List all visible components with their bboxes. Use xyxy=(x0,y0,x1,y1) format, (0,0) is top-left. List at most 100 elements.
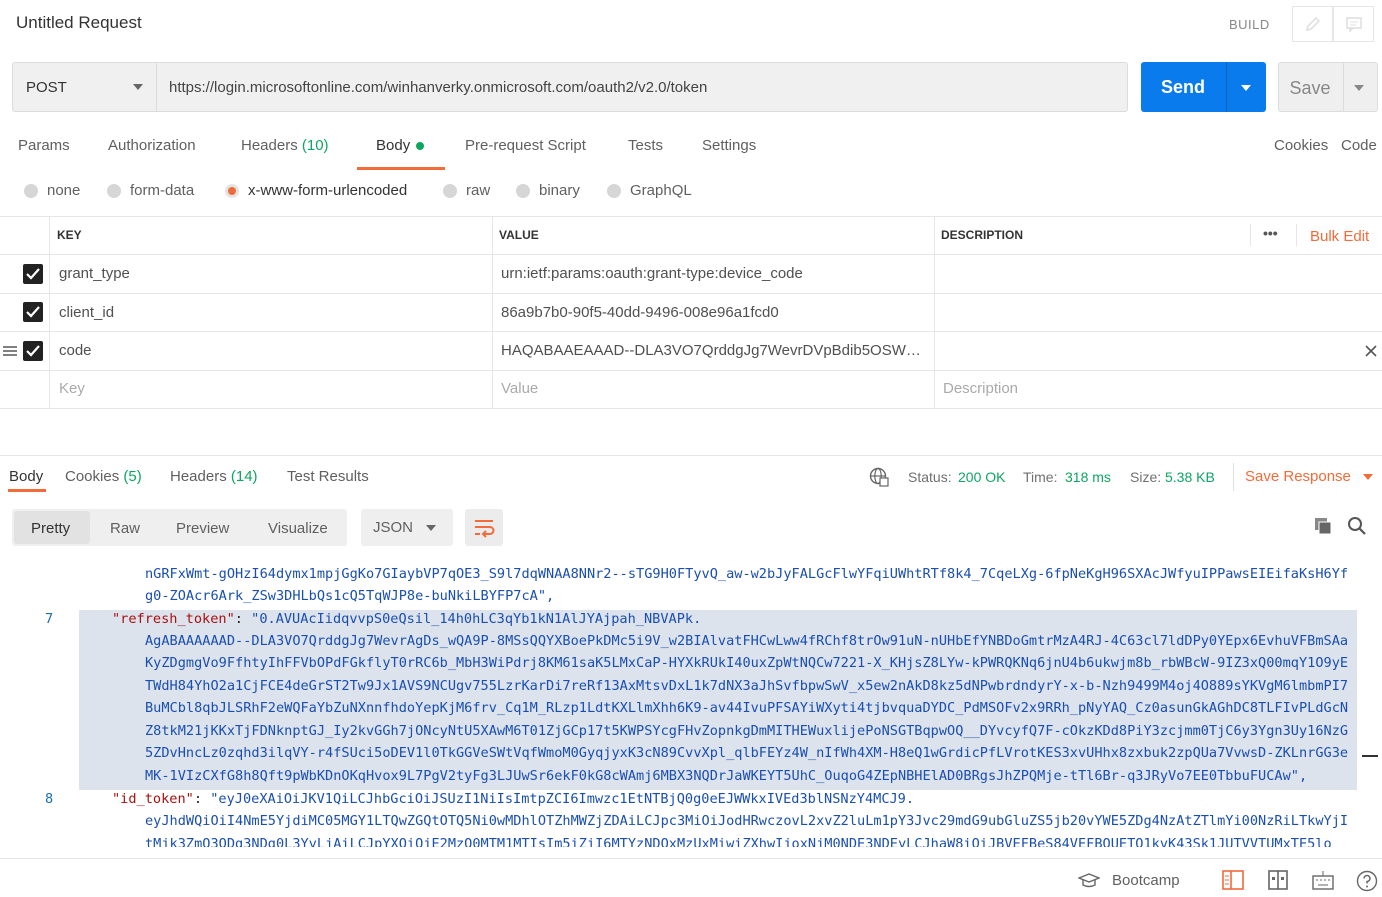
tab-params[interactable]: Params xyxy=(18,137,70,154)
active-tab-underline xyxy=(357,167,445,170)
send-button[interactable]: Send xyxy=(1141,62,1266,112)
new-description-input[interactable]: Description xyxy=(943,380,1018,397)
response-tab-cookies-count: (5) xyxy=(123,468,142,485)
code-line: eyJhdWQiOiI4NmE5YjdiMC05MGY1LTQwZGQtOTQ5… xyxy=(145,813,1349,829)
two-pane-view-icon[interactable] xyxy=(1222,870,1244,894)
response-tab-headers-count: (14) xyxy=(230,468,258,485)
save-label: Save xyxy=(1289,78,1331,98)
radio-circle-icon xyxy=(516,183,530,198)
response-tab-body[interactable]: Body xyxy=(9,468,43,485)
radio-binary[interactable]: binary xyxy=(516,182,580,199)
size-value[interactable]: 5.38 KB xyxy=(1165,469,1215,485)
comments-icon[interactable] xyxy=(1333,6,1374,42)
save-response-button[interactable]: Save Response xyxy=(1245,468,1374,485)
tab-body-label: Body xyxy=(376,137,411,154)
code-line: BuMCbl8qbJLSRhF2eWQFaYbZuNXnnfhdoYepKjM6… xyxy=(145,700,1349,716)
delete-row-icon[interactable] xyxy=(1365,344,1377,361)
save-divider xyxy=(1343,63,1344,111)
save-button[interactable]: Save xyxy=(1278,62,1378,112)
time-label: Time: xyxy=(1023,469,1058,485)
line-number: 8 xyxy=(45,791,54,807)
tab-tests[interactable]: Tests xyxy=(628,137,663,154)
save-options-chevron-icon[interactable] xyxy=(1354,85,1364,91)
row-checkbox[interactable] xyxy=(23,264,43,284)
code-line: "refresh_token": "0.AVUAcIidqvvpS0eQsil_… xyxy=(112,611,702,627)
column-header-value: VALUE xyxy=(499,228,539,242)
bulk-edit-link[interactable]: Bulk Edit xyxy=(1310,228,1369,245)
chevron-down-icon xyxy=(133,84,143,90)
drag-handle-icon[interactable] xyxy=(3,344,17,361)
send-options-chevron-icon[interactable] xyxy=(1241,85,1251,91)
radio-binary-label: binary xyxy=(539,182,580,199)
response-tab-test-results[interactable]: Test Results xyxy=(287,468,369,485)
divider xyxy=(1233,463,1234,491)
param-key[interactable]: grant_type xyxy=(59,265,479,282)
json-key: "id_token" xyxy=(112,791,194,807)
table-border xyxy=(0,293,1382,294)
edit-pencil-icon[interactable] xyxy=(1292,6,1333,42)
copy-icon[interactable] xyxy=(1313,516,1333,540)
method-value: POST xyxy=(26,78,67,96)
new-value-input[interactable]: Value xyxy=(501,380,538,397)
view-preview-button[interactable]: Preview xyxy=(176,520,229,537)
scroll-marker xyxy=(1362,755,1378,757)
column-header-key: KEY xyxy=(57,228,82,242)
status-value[interactable]: 200 OK xyxy=(958,469,1005,485)
param-value[interactable]: 86a9b7b0-90f5-40dd-9496-008e96a1fcd0 xyxy=(501,304,926,321)
row-checkbox[interactable] xyxy=(23,302,43,322)
search-icon[interactable] xyxy=(1347,516,1367,540)
wrap-lines-button[interactable] xyxy=(465,509,503,546)
line-number: 7 xyxy=(45,611,54,627)
layout-grid-icon[interactable] xyxy=(1268,870,1288,894)
url-input[interactable]: https://login.microsoftonline.com/winhan… xyxy=(156,62,1128,112)
globe-network-icon[interactable] xyxy=(869,467,889,491)
tab-prerequest-script[interactable]: Pre-request Script xyxy=(465,137,586,154)
format-select[interactable]: JSON xyxy=(361,509,453,546)
radio-graphql[interactable]: GraphQL xyxy=(607,182,692,199)
method-select[interactable]: POST xyxy=(12,62,157,112)
code-link[interactable]: Code xyxy=(1341,137,1377,154)
code-line: g0-ZOAcr6Ark_ZSw3DHLbQs1cQ5TqWJP8e-buNki… xyxy=(145,588,555,604)
radio-none-label: none xyxy=(47,182,81,199)
radio-urlencoded[interactable]: x-www-form-urlencoded xyxy=(225,182,407,199)
more-options-icon[interactable]: ••• xyxy=(1263,225,1278,241)
request-title[interactable]: Untitled Request xyxy=(16,13,142,33)
radio-raw-label: raw xyxy=(466,182,491,199)
radio-none[interactable]: none xyxy=(24,182,80,199)
view-raw-button[interactable]: Raw xyxy=(110,520,140,537)
response-tab-headers[interactable]: Headers (14) xyxy=(170,468,258,485)
radio-raw[interactable]: raw xyxy=(443,182,490,199)
radio-selected-icon xyxy=(225,183,239,198)
radio-form-data[interactable]: form-data xyxy=(107,182,194,199)
build-mode-label[interactable]: BUILD xyxy=(1229,17,1270,32)
new-key-input[interactable]: Key xyxy=(59,380,85,397)
code-line: 5ZDvHncLz0zqhd3ilqVY-r4fSUci5oDEV1l0TkGG… xyxy=(145,745,1349,761)
help-icon[interactable] xyxy=(1356,870,1378,896)
send-label: Send xyxy=(1160,77,1205,97)
json-value: "0.AVUAcIidqvvpS0eQsil_14h0hLC3qYb1kN1Al… xyxy=(251,611,702,627)
param-key[interactable]: client_id xyxy=(59,304,479,321)
time-value[interactable]: 318 ms xyxy=(1065,469,1111,485)
bootcamp-link[interactable]: Bootcamp xyxy=(1112,872,1180,889)
tab-settings[interactable]: Settings xyxy=(702,137,756,154)
tab-authorization[interactable]: Authorization xyxy=(108,137,196,154)
table-border xyxy=(0,254,1382,255)
response-tab-cookies[interactable]: Cookies (5) xyxy=(65,468,142,485)
param-value[interactable]: urn:ietf:params:oauth:grant-type:device_… xyxy=(501,265,926,282)
keyboard-shortcuts-icon[interactable] xyxy=(1312,870,1334,894)
view-pretty-button[interactable]: Pretty xyxy=(31,520,70,537)
save-response-label: Save Response xyxy=(1245,468,1351,485)
graduation-cap-icon[interactable] xyxy=(1077,873,1101,893)
row-checkbox[interactable] xyxy=(23,341,43,361)
tab-headers[interactable]: Headers (10) xyxy=(241,137,329,154)
param-key[interactable]: code xyxy=(59,342,479,359)
cookies-link[interactable]: Cookies xyxy=(1274,137,1328,154)
response-body-code[interactable]: -- - ---- -- ---- -- ------ -- ------ --… xyxy=(0,551,1382,847)
view-visualize-button[interactable]: Visualize xyxy=(268,520,328,537)
response-divider xyxy=(0,455,1382,456)
table-border xyxy=(0,370,1382,371)
response-tab-cookies-label: Cookies xyxy=(65,468,120,485)
chevron-down-icon xyxy=(1363,474,1374,481)
param-value[interactable]: HAQABAAEAAAD--DLA3VO7QrddgJg7WevrDVpBdib… xyxy=(501,342,926,359)
tab-body[interactable]: Body xyxy=(376,137,425,154)
